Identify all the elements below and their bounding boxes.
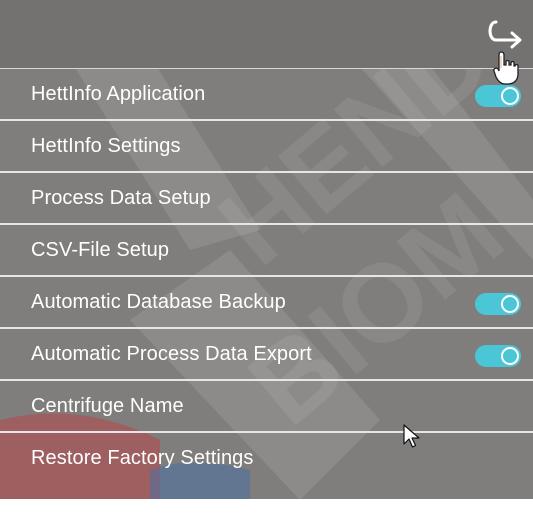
menu-item-hettinfo-application[interactable]: HettInfo Application xyxy=(0,69,533,121)
menu-item-hettinfo-settings[interactable]: HettInfo Settings xyxy=(0,121,533,173)
toggle-knob xyxy=(501,87,519,105)
menu-item-centrifuge-name[interactable]: Centrifuge Name xyxy=(0,381,533,433)
bottom-margin xyxy=(0,499,533,513)
hettinfo-application-toggle[interactable] xyxy=(475,85,521,107)
window: HEND BIOM HettInfo Application HettInfo … xyxy=(0,0,533,513)
menu-item-automatic-database-backup[interactable]: Automatic Database Backup xyxy=(0,277,533,329)
settings-panel: HEND BIOM HettInfo Application HettInfo … xyxy=(0,0,533,513)
menu-item-label: CSV-File Setup xyxy=(31,239,170,261)
menu-item-label: Restore Factory Settings xyxy=(31,447,254,469)
panel-header xyxy=(0,0,533,69)
menu-item-label: HettInfo Application xyxy=(31,83,206,105)
toggle-knob xyxy=(501,295,519,313)
menu-item-process-data-setup[interactable]: Process Data Setup xyxy=(0,173,533,225)
settings-menu: HettInfo Application HettInfo Settings P… xyxy=(0,69,533,483)
return-arrow-icon xyxy=(488,20,522,49)
menu-item-label: HettInfo Settings xyxy=(31,135,181,157)
menu-item-restore-factory-settings[interactable]: Restore Factory Settings xyxy=(0,433,533,483)
toggle-knob xyxy=(501,347,519,365)
menu-item-label: Centrifuge Name xyxy=(31,395,184,417)
back-button[interactable] xyxy=(482,16,526,58)
menu-item-label: Automatic Process Data Export xyxy=(31,343,312,365)
automatic-database-backup-toggle[interactable] xyxy=(475,293,521,315)
automatic-process-data-export-toggle[interactable] xyxy=(475,345,521,367)
menu-item-label: Process Data Setup xyxy=(31,187,211,209)
menu-item-automatic-process-data-export[interactable]: Automatic Process Data Export xyxy=(0,329,533,381)
menu-item-csv-file-setup[interactable]: CSV-File Setup xyxy=(0,225,533,277)
menu-item-label: Automatic Database Backup xyxy=(31,291,286,313)
